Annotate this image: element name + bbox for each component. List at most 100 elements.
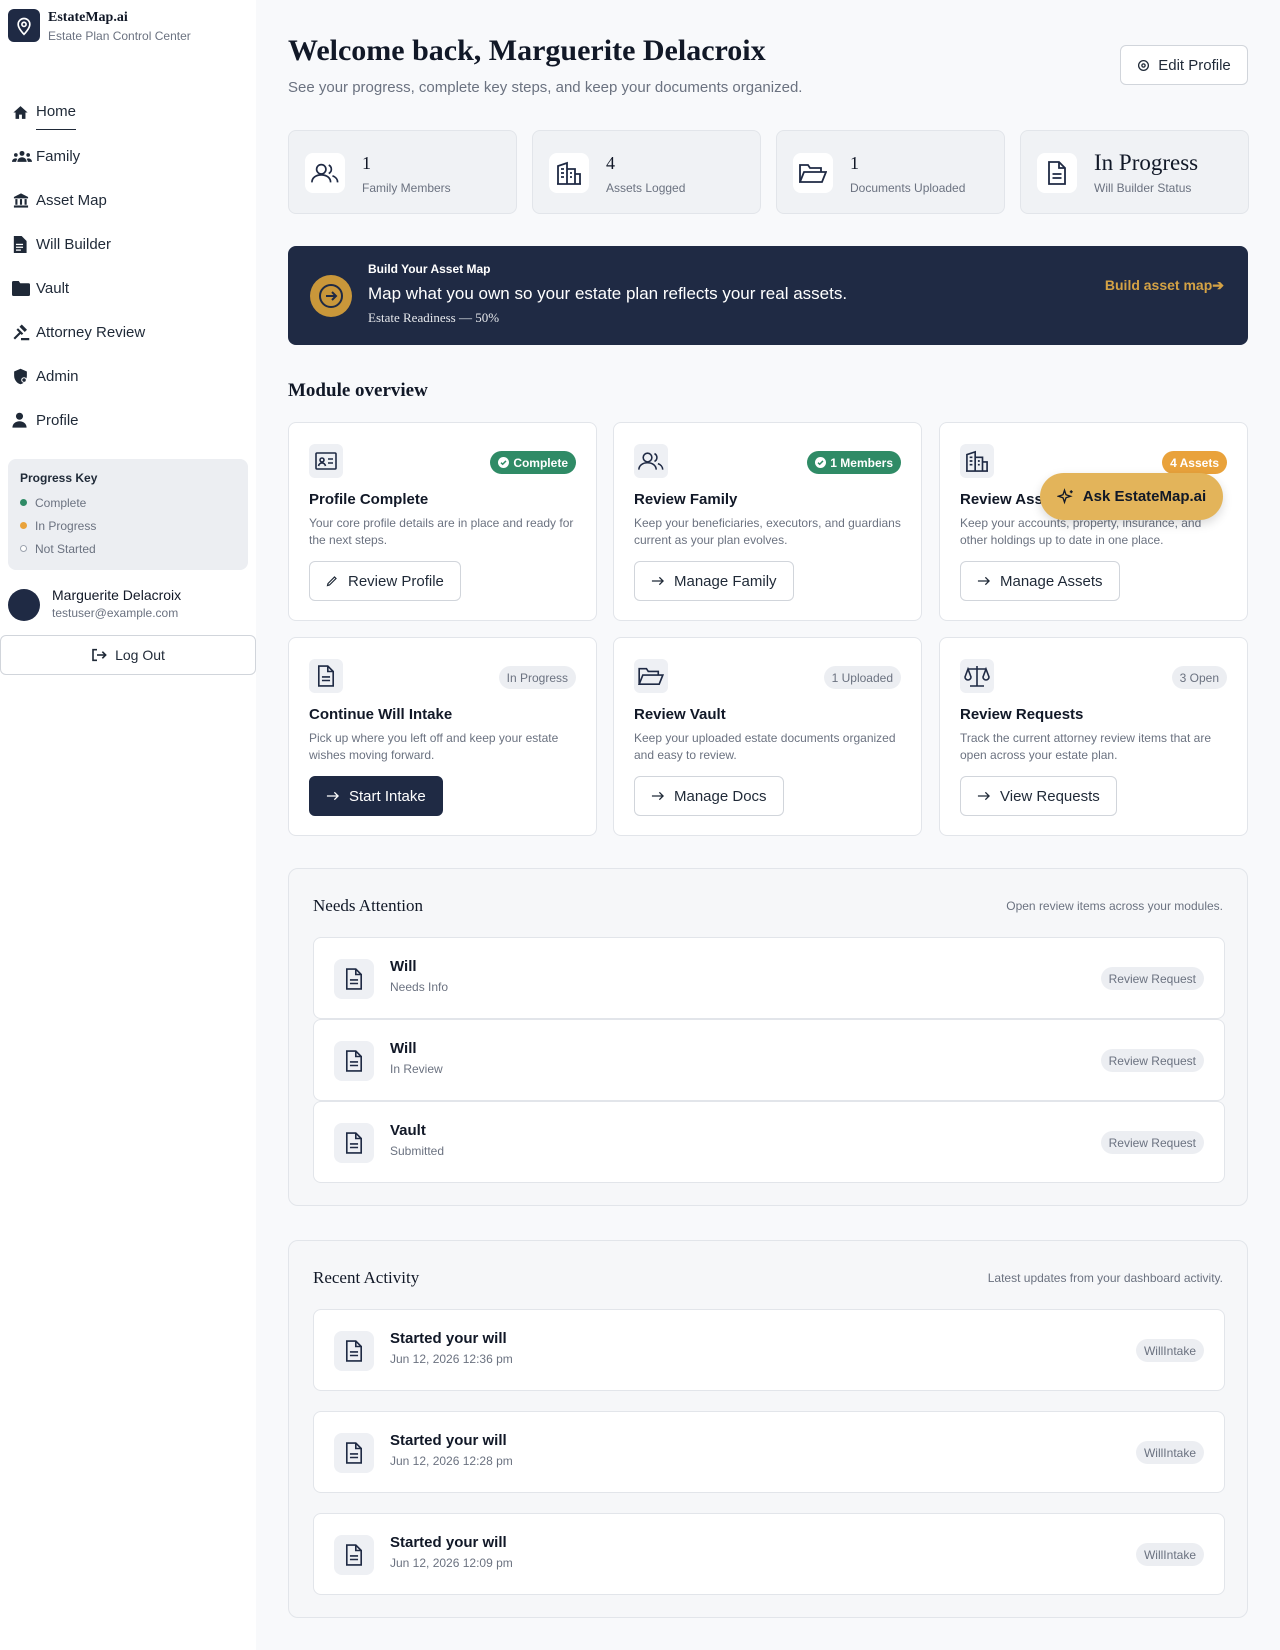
list-item[interactable]: Will Needs Info Review Request: [313, 937, 1225, 1019]
activity-timestamp: Jun 12, 2026 12:28 pm: [390, 1454, 513, 1468]
stat-card-will-status: In Progress Will Builder Status: [1020, 130, 1249, 214]
activity-title: Started your will: [390, 1534, 507, 1551]
activity-item[interactable]: Started your will Jun 12, 2026 12:09 pm …: [313, 1513, 1225, 1595]
item-status: Needs Info: [390, 980, 449, 994]
manage-family-button[interactable]: Manage Family: [634, 561, 794, 601]
button-label: Manage Family: [674, 572, 777, 590]
button-label: Start Intake: [349, 787, 426, 805]
list-item[interactable]: Vault Submitted Review Request: [313, 1101, 1225, 1183]
building-icon: [549, 153, 589, 193]
sidebar-item-attorney-review[interactable]: Attorney Review: [12, 310, 242, 354]
stat-label: Documents Uploaded: [850, 181, 966, 195]
recent-activity-panel: Recent Activity Latest updates from your…: [288, 1240, 1248, 1618]
activity-item[interactable]: Started your will Jun 12, 2026 12:28 pm …: [313, 1411, 1225, 1493]
sidebar-item-family[interactable]: Family: [12, 134, 242, 178]
module-description: Your core profile details are in place a…: [309, 516, 574, 547]
build-asset-map-link[interactable]: Build asset map➔: [1105, 277, 1224, 294]
activity-tag: WillIntake: [1135, 1441, 1204, 1464]
family-icon: [12, 148, 36, 165]
arrow-right-icon: [977, 791, 990, 801]
panel-subtitle: Open review items across your modules.: [1006, 899, 1223, 913]
arrow-right-icon: [977, 576, 990, 586]
bank-icon: [12, 192, 36, 209]
module-card-will-intake: In Progress Continue Will Intake Pick up…: [288, 637, 597, 836]
manage-docs-button[interactable]: Manage Docs: [634, 776, 784, 816]
review-request-tag: Review Request: [1100, 1131, 1204, 1154]
module-title: Continue Will Intake: [309, 706, 453, 723]
arrow-right-icon: ➔: [1212, 277, 1224, 293]
module-card-requests: 3 Open Review Requests Track the current…: [939, 637, 1248, 836]
logout-button[interactable]: Log Out: [0, 635, 256, 675]
stat-card-family: 1 Family Members: [288, 130, 517, 214]
module-title: Review Requests: [960, 706, 1084, 723]
avatar: [8, 589, 40, 621]
link-label: Build asset map: [1104, 277, 1213, 293]
item-status: Submitted: [390, 1144, 445, 1158]
sidebar-item-admin[interactable]: Admin: [12, 354, 242, 398]
pencil-icon: [326, 575, 338, 587]
ask-estatemap-button[interactable]: Ask EstateMap.ai: [1040, 473, 1223, 520]
user-icon: [12, 412, 36, 429]
arrow-circle-icon: [310, 275, 352, 317]
sidebar-item-vault[interactable]: Vault: [12, 266, 242, 310]
map-pin-logo-icon: [8, 9, 40, 42]
asset-map-banner: Build Your Asset Map Map what you own so…: [288, 246, 1248, 345]
module-description: Track the current attorney review items …: [960, 731, 1211, 762]
sidebar-item-profile[interactable]: Profile: [12, 398, 242, 442]
start-intake-button[interactable]: Start Intake: [309, 776, 443, 816]
brand[interactable]: EstateMap.ai Estate Plan Control Center: [8, 9, 191, 43]
progress-key-in-progress: In Progress: [20, 514, 236, 537]
status-badge: In Progress: [498, 666, 576, 689]
stat-label: Family Members: [362, 181, 451, 195]
stat-value: 1: [850, 153, 859, 173]
module-description: Keep your accounts, property, insurance,…: [960, 516, 1202, 547]
banner-title: Map what you own so your estate plan ref…: [368, 284, 848, 303]
sidebar-item-home[interactable]: Home: [12, 90, 242, 134]
user-card[interactable]: Marguerite Delacroix testuser@example.co…: [8, 587, 248, 623]
logout-label: Log Out: [115, 647, 165, 663]
sidebar-item-asset-map[interactable]: Asset Map: [12, 178, 242, 222]
building-icon: [960, 444, 994, 478]
folder-icon: [12, 280, 36, 296]
sidebar: EstateMap.ai Estate Plan Control Center …: [0, 0, 256, 1650]
panel-title: Recent Activity: [313, 1268, 420, 1287]
review-request-tag: Review Request: [1100, 1049, 1204, 1072]
view-requests-button[interactable]: View Requests: [960, 776, 1117, 816]
id-card-icon: [309, 444, 343, 478]
stat-label: Will Builder Status: [1094, 181, 1192, 195]
brand-name: EstateMap.ai: [48, 10, 128, 25]
users-icon: [305, 153, 345, 193]
review-profile-button[interactable]: Review Profile: [309, 561, 461, 601]
sidebar-item-label: Will Builder: [36, 235, 112, 253]
progress-key-not-started: Not Started: [20, 537, 236, 560]
status-dot: [20, 522, 27, 529]
status-dot: [20, 545, 27, 552]
progress-key-label: In Progress: [35, 518, 97, 533]
module-card-vault: 1 Uploaded Review Vault Keep your upload…: [613, 637, 922, 836]
user-name: Marguerite Delacroix: [52, 587, 182, 603]
sidebar-item-will-builder[interactable]: Will Builder: [12, 222, 242, 266]
edit-profile-label: Edit Profile: [1158, 56, 1231, 74]
badge-label: Complete: [513, 455, 568, 470]
stat-value: In Progress: [1094, 150, 1199, 175]
module-card-profile: Complete Profile Complete Your core prof…: [288, 422, 597, 621]
activity-tag: WillIntake: [1135, 1543, 1204, 1566]
module-description: Keep your uploaded estate documents orga…: [634, 731, 896, 762]
edit-profile-button[interactable]: Edit Profile: [1120, 45, 1248, 85]
banner-eyebrow: Build Your Asset Map: [368, 262, 491, 276]
page-subtitle: See your progress, complete key steps, a…: [288, 79, 803, 96]
activity-timestamp: Jun 12, 2026 12:36 pm: [390, 1352, 513, 1366]
progress-key-label: Not Started: [35, 541, 96, 556]
module-description: Pick up where you left off and keep your…: [309, 731, 559, 762]
badge-label: 1 Members: [830, 455, 893, 470]
sidebar-item-label: Asset Map: [36, 191, 107, 209]
activity-title: Started your will: [390, 1432, 507, 1449]
status-badge: 1 Members: [807, 451, 901, 474]
logout-icon: [91, 648, 107, 662]
list-item[interactable]: Will In Review Review Request: [313, 1019, 1225, 1101]
button-label: Manage Assets: [1000, 572, 1103, 590]
folder-open-icon: [793, 153, 833, 193]
activity-item[interactable]: Started your will Jun 12, 2026 12:36 pm …: [313, 1309, 1225, 1391]
manage-assets-button[interactable]: Manage Assets: [960, 561, 1120, 601]
sidebar-item-label: Attorney Review: [36, 323, 146, 341]
